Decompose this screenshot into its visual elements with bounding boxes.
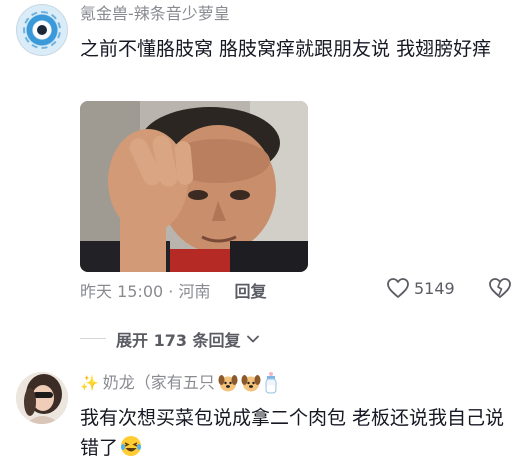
- comment-text[interactable]: 之前不懂胳肢窝 胳肢窝痒就跟朋友说 我翅膀好痒: [80, 34, 510, 64]
- like-count: 5149: [414, 278, 455, 298]
- expand-replies-label: 展开 173 条回复: [116, 331, 241, 350]
- username-text-2: 奶龙（家有五只: [102, 373, 215, 392]
- dog-emoji: [218, 375, 238, 392]
- chevron-down-icon: [246, 335, 259, 343]
- broken-heart-icon: [489, 278, 511, 298]
- comment-text-2[interactable]: 我有次想买菜包说成拿二个肉包 老板还说我自己说错了: [80, 403, 510, 461]
- woman-portrait-avatar: [16, 372, 68, 424]
- baby-bottle-emoji: [265, 372, 277, 394]
- commenter-avatar[interactable]: [16, 4, 68, 56]
- expand-replies-button[interactable]: 展开 173 条回复: [116, 327, 261, 351]
- sparkle-emoji: ✨: [80, 374, 99, 392]
- timestamp-location: 昨天 15:00 · 河南: [80, 282, 211, 301]
- reply-button[interactable]: 回复: [234, 278, 266, 302]
- comment-meta: 昨天 15:00 · 河南 回复: [80, 279, 266, 301]
- expand-divider: [80, 338, 106, 339]
- heart-icon: [387, 278, 409, 298]
- commenter-username[interactable]: 氪金兽-辣条音少萝皇: [80, 4, 230, 24]
- commenter-avatar-2[interactable]: [16, 372, 68, 424]
- commenter-username-2[interactable]: ✨ 奶龙（家有五只: [80, 372, 278, 394]
- dog-emoji: [241, 375, 261, 392]
- dislike-button[interactable]: [488, 277, 512, 303]
- comment-text-2-body: 我有次想买菜包说成拿二个肉包 老板还说我自己说错了: [80, 407, 505, 459]
- laughing-crying-emoji: [121, 436, 142, 456]
- like-button[interactable]: 5149: [386, 277, 455, 299]
- comment-image[interactable]: [80, 101, 308, 272]
- eye-icon: [37, 25, 47, 35]
- man-photo-illustration: [80, 101, 308, 272]
